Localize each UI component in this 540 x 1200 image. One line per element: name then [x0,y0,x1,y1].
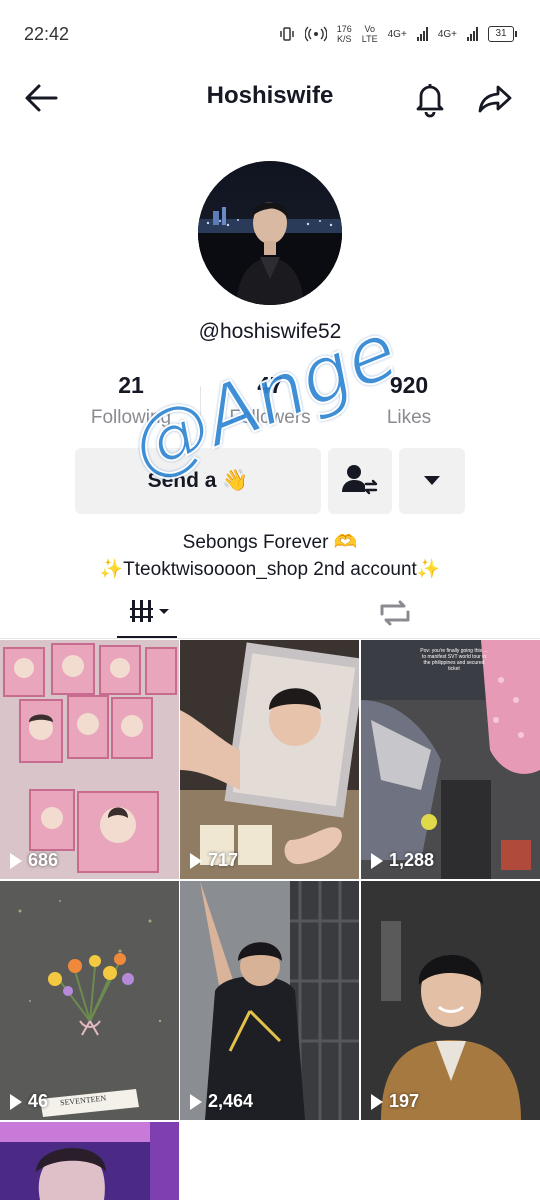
net2-label: 4G+ [437,28,457,40]
video-thumbnail[interactable]: 197 [361,881,540,1120]
repost-icon [380,600,410,626]
volte-indicator: Vo LTE [361,24,378,44]
video-thumbnail-image [0,640,179,879]
tab-reposts[interactable] [360,590,430,636]
video-thumbnail-image [361,881,540,1120]
video-thumbnail-image [0,881,179,1120]
status-time: 22:42 [24,24,70,44]
net1-label: 4G+ [387,28,407,40]
profile-username: @hoshiswife52 [198,320,342,343]
view-count: 197 [371,1091,419,1112]
hotspot-icon [304,26,327,42]
user-swap-icon [342,465,378,495]
signal1-icon [416,27,428,41]
video-thumbnail[interactable]: 2,464 [180,881,359,1120]
status-bar: 22:42 176 K/S Vo LTE 4G+ 4G+ 31 [0,0,540,70]
view-count: 46 [10,1091,48,1112]
tab-divider [0,638,540,639]
video-thumbnail[interactable]: Pov: you're finally going this ... to ma… [361,640,540,879]
caret-down-icon [424,476,440,485]
tab-videos[interactable] [112,590,182,636]
stat-label: Likes [386,407,432,428]
bio-line-1: Sebongs Forever 🫶 [182,532,358,553]
video-thumbnail[interactable]: 717 [180,640,359,879]
play-icon [190,852,202,869]
signal2-icon [467,27,478,41]
video-thumbnail[interactable]: SEVENTEEN 46 [0,881,179,1120]
play-icon [371,852,383,869]
battery-icon: 31 [488,26,517,42]
play-icon [10,852,22,869]
stat-value: 47 [257,372,283,398]
play-icon [371,1093,383,1110]
stat-value: 21 [118,372,144,398]
video-thumbnail-image [0,1122,179,1200]
status-icons: 176 K/S Vo LTE 4G+ 4G+ 31 [279,24,517,44]
stat-label: Followers [229,407,311,428]
video-thumbnail-image [361,640,540,879]
stat-label: Following [90,407,172,428]
avatar[interactable] [198,161,342,305]
video-thumbnail[interactable]: 686 [0,640,179,879]
play-icon [190,1093,202,1110]
stat-following[interactable]: 21 Following [61,372,201,429]
bell-icon [416,84,444,118]
video-thumbnail-image [180,881,359,1120]
play-icon [10,1093,22,1110]
view-count: 1,288 [371,850,434,871]
stat-likes[interactable]: 920 Likes [339,372,479,429]
vibrate-icon [280,27,294,41]
thumbnail-caption: Pov: you're finally going this ... to ma… [420,648,488,672]
video-thumbnail[interactable] [0,1122,179,1200]
avatar-photo [198,161,342,305]
view-count: 717 [190,850,238,871]
stat-value: 920 [389,372,429,398]
friend-swap-button[interactable] [328,448,392,514]
notification-button[interactable] [410,78,450,118]
stat-followers[interactable]: 47 Followers [200,372,340,429]
videos-grid-icon [130,600,169,622]
share-button[interactable] [476,78,516,118]
send-message-button[interactable]: Send a 👋 [75,448,321,514]
bio-line-2: ✨Tteoktwisoooon_shop 2nd account✨ [99,559,441,580]
share-arrow-icon [478,85,512,113]
page-title: Hoshiswife [206,82,334,109]
profile-header: Hoshiswife [0,70,540,124]
view-count: 686 [10,850,58,871]
view-count: 2,464 [190,1091,253,1112]
more-options-button[interactable] [399,448,465,514]
network-speed: 176 K/S [336,24,352,44]
video-thumbnail-image [180,640,359,879]
